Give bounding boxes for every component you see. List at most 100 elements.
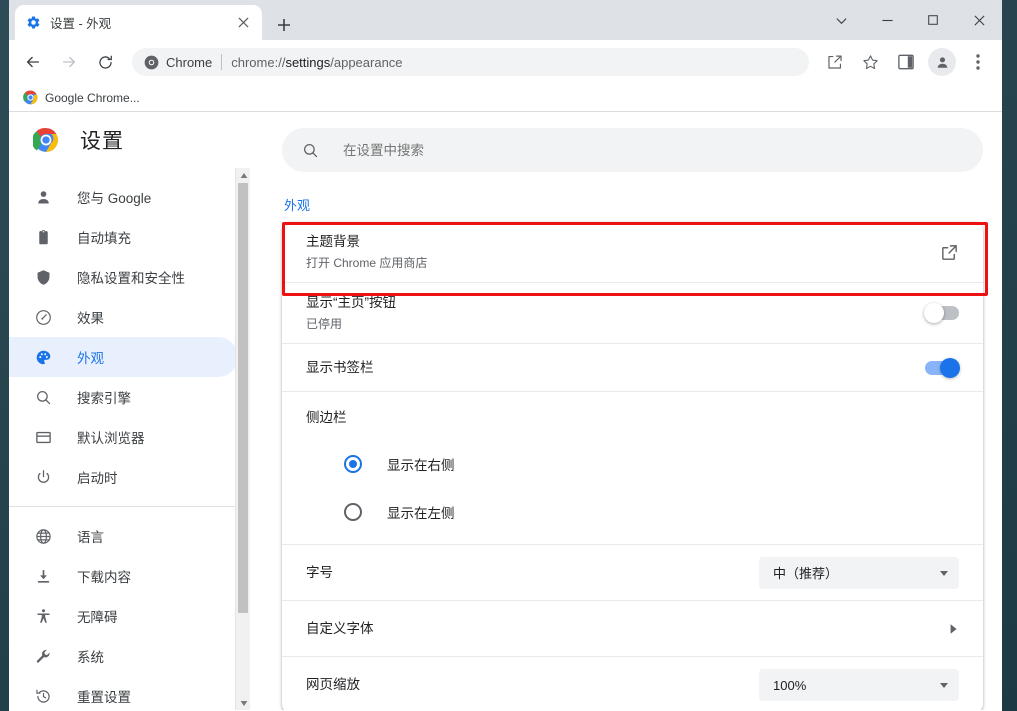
scroll-up-arrow-icon[interactable] bbox=[236, 168, 250, 183]
globe-icon bbox=[33, 526, 53, 546]
sidebar-item-system[interactable]: 系统 bbox=[9, 636, 238, 676]
sidebar-item-languages[interactable]: 语言 bbox=[9, 516, 238, 556]
row-font-size[interactable]: 字号 中（推荐） bbox=[282, 545, 983, 601]
settings-sidebar: 设置 您与 Google 自动填充 隐私设置和安全性 效果 外观 搜索引擎 默认… bbox=[9, 112, 250, 710]
select-value: 中（推荐） bbox=[773, 566, 839, 581]
settings-search-bar[interactable] bbox=[282, 128, 983, 172]
row-subtitle: 打开 Chrome 应用商店 bbox=[306, 256, 428, 270]
back-arrow-icon[interactable] bbox=[18, 47, 48, 77]
bookmark-item[interactable]: Google Chrome... bbox=[17, 87, 146, 109]
sidebar-item-appearance[interactable]: 外观 bbox=[9, 337, 238, 377]
sidebar-group-primary: 您与 Google 自动填充 隐私设置和安全性 效果 外观 搜索引擎 默认浏览器… bbox=[9, 177, 250, 497]
omnibox-divider bbox=[221, 54, 223, 70]
star-icon[interactable] bbox=[855, 47, 885, 77]
row-title: 自定义字体 bbox=[306, 620, 374, 636]
chrome-browser-window: 设置 - 外观 Chrome chrome://settings/appeara… bbox=[9, 0, 1002, 711]
sidebar-item-label: 默认浏览器 bbox=[77, 431, 145, 446]
row-theme[interactable]: 主题背景 打开 Chrome 应用商店 bbox=[282, 222, 983, 283]
sidebar-item-label: 搜索引擎 bbox=[77, 391, 131, 406]
window-close-icon[interactable] bbox=[956, 0, 1002, 40]
row-customize-fonts[interactable]: 自定义字体 bbox=[282, 601, 983, 657]
window-controls bbox=[818, 0, 1002, 40]
radio-button-icon[interactable] bbox=[344, 503, 362, 521]
sidebar-item-search-engine[interactable]: 搜索引擎 bbox=[9, 377, 238, 417]
row-subtitle: 已停用 bbox=[306, 317, 343, 331]
sidebar-item-downloads[interactable]: 下载内容 bbox=[9, 556, 238, 596]
row-page-zoom-text: 网页缩放 bbox=[306, 665, 759, 705]
settings-header: 设置 bbox=[9, 112, 250, 168]
row-title: 侧边栏 bbox=[306, 410, 347, 425]
sidebar-item-label: 启动时 bbox=[77, 471, 118, 486]
shield-icon bbox=[33, 267, 53, 287]
row-show-home-button[interactable]: 显示“主页”按钮 已停用 bbox=[282, 283, 983, 344]
settings-main-content: 外观 主题背景 打开 Chrome 应用商店 bbox=[250, 112, 1002, 710]
row-side-panel-text: 侧边栏 bbox=[306, 398, 959, 438]
toggle-show-bookmarks-bar[interactable] bbox=[925, 357, 960, 378]
close-icon[interactable] bbox=[234, 14, 252, 32]
sidebar-item-on-startup[interactable]: 启动时 bbox=[9, 457, 238, 497]
maximize-icon[interactable] bbox=[910, 0, 956, 40]
sidebar-item-label: 下载内容 bbox=[77, 570, 131, 585]
profile-avatar-icon[interactable] bbox=[928, 48, 956, 76]
reload-icon[interactable] bbox=[90, 47, 120, 77]
share-icon[interactable] bbox=[819, 47, 849, 77]
sidebar-item-accessibility[interactable]: 无障碍 bbox=[9, 596, 238, 636]
select-font-size[interactable]: 中（推荐） bbox=[759, 556, 959, 589]
sidebar-item-label: 无障碍 bbox=[77, 610, 118, 625]
chrome-logo-icon bbox=[33, 127, 59, 153]
row-title: 主题背景 bbox=[306, 234, 360, 249]
settings-gear-icon bbox=[25, 15, 41, 31]
toggle-show-home-button[interactable] bbox=[924, 303, 959, 323]
row-bookmarks-bar-action bbox=[925, 357, 960, 378]
sidebar-item-privacy-security[interactable]: 隐私设置和安全性 bbox=[9, 257, 238, 297]
sidebar-item-label: 隐私设置和安全性 bbox=[77, 271, 185, 286]
row-title: 字号 bbox=[306, 564, 333, 580]
row-page-zoom-action: 100% bbox=[759, 669, 959, 701]
toolbar-right-actions bbox=[816, 47, 996, 77]
open-in-new-icon[interactable] bbox=[940, 243, 959, 262]
speedometer-icon bbox=[33, 307, 53, 327]
sidebar-item-default-browser[interactable]: 默认浏览器 bbox=[9, 417, 238, 457]
radio-button-icon[interactable] bbox=[344, 455, 362, 473]
caret-down-icon bbox=[939, 680, 949, 690]
chevron-down-icon[interactable] bbox=[818, 0, 864, 40]
radio-option-show-on-left[interactable]: 显示在左侧 bbox=[282, 488, 983, 536]
download-icon bbox=[33, 566, 53, 586]
forward-arrow-icon[interactable] bbox=[54, 47, 84, 77]
power-icon bbox=[33, 467, 53, 487]
sidebar-scrollbar[interactable] bbox=[235, 168, 250, 710]
browser-tab-active[interactable]: 设置 - 外观 bbox=[15, 5, 262, 40]
row-title: 显示书签栏 bbox=[306, 359, 374, 375]
new-tab-button[interactable] bbox=[270, 11, 298, 39]
sidebar-item-reset-settings[interactable]: 重置设置 bbox=[9, 676, 238, 710]
search-icon bbox=[302, 142, 322, 159]
tab-strip: 设置 - 外观 bbox=[9, 0, 1002, 40]
row-title: 显示“主页”按钮 bbox=[306, 295, 396, 310]
address-bar[interactable]: Chrome chrome://settings/appearance bbox=[132, 48, 809, 76]
row-customize-fonts-text: 自定义字体 bbox=[306, 609, 947, 649]
sidebar-item-label: 自动填充 bbox=[77, 231, 131, 246]
radio-option-show-on-right[interactable]: 显示在右侧 bbox=[282, 440, 983, 488]
sidebar-item-you-and-google[interactable]: 您与 Google bbox=[9, 177, 238, 217]
minimize-icon[interactable] bbox=[864, 0, 910, 40]
search-input[interactable] bbox=[343, 142, 963, 158]
sidebar-item-performance[interactable]: 效果 bbox=[9, 297, 238, 337]
row-show-bookmarks-bar[interactable]: 显示书签栏 bbox=[282, 344, 983, 392]
row-font-size-text: 字号 bbox=[306, 553, 759, 593]
row-page-zoom[interactable]: 网页缩放 100% bbox=[282, 657, 983, 710]
select-page-zoom[interactable]: 100% bbox=[759, 669, 959, 701]
browser-toolbar: Chrome chrome://settings/appearance bbox=[9, 40, 1002, 84]
settings-page: 设置 您与 Google 自动填充 隐私设置和安全性 效果 外观 搜索引擎 默认… bbox=[9, 112, 1002, 710]
scroll-down-arrow-icon[interactable] bbox=[236, 695, 250, 710]
row-theme-text: 主题背景 打开 Chrome 应用商店 bbox=[306, 222, 940, 282]
sidebar-item-label: 效果 bbox=[77, 311, 104, 326]
sidebar-item-autofill[interactable]: 自动填充 bbox=[9, 217, 238, 257]
radio-label: 显示在右侧 bbox=[387, 458, 455, 473]
scrollbar-thumb[interactable] bbox=[238, 183, 248, 613]
search-icon bbox=[33, 387, 53, 407]
side-panel-icon[interactable] bbox=[891, 47, 921, 77]
sidebar-item-label: 语言 bbox=[77, 530, 104, 545]
bookmarks-bar: Google Chrome... bbox=[9, 84, 1002, 112]
chevron-right-icon[interactable] bbox=[947, 623, 959, 635]
three-dots-menu-icon[interactable] bbox=[963, 47, 993, 77]
